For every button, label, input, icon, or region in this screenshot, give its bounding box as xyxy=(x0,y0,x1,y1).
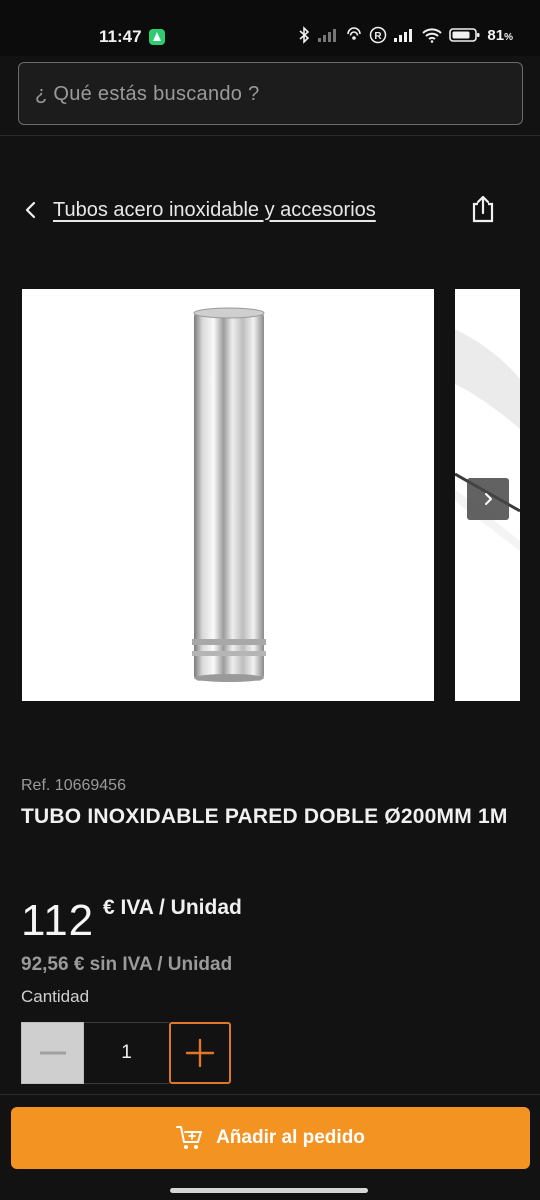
status-icons: R 81% xyxy=(297,26,513,44)
status-bar: 11:47 R 81% xyxy=(0,0,540,56)
product-title: TUBO INOXIDABLE PARED DOBLE Ø200MM 1M xyxy=(21,805,508,828)
search-bar: ¿ Qué estás buscando ? xyxy=(0,56,540,136)
bottom-bar: Añadir al pedido xyxy=(0,1094,540,1200)
app-store-icon xyxy=(149,29,165,45)
battery-icon xyxy=(449,28,480,42)
search-input[interactable]: ¿ Qué estás buscando ? xyxy=(18,62,523,125)
quantity-input[interactable]: 1 xyxy=(84,1022,169,1084)
price-unit: € IVA / Unidad xyxy=(103,896,242,919)
steel-tube-image xyxy=(192,307,266,682)
share-icon[interactable] xyxy=(470,195,496,223)
increase-button[interactable] xyxy=(169,1022,231,1084)
product-ref: Ref. 10669456 xyxy=(21,777,126,794)
bluetooth-icon xyxy=(299,26,310,44)
add-to-order-label: Añadir al pedido xyxy=(216,1127,365,1148)
svg-text:R: R xyxy=(375,31,383,42)
price-net: 92,56 € sin IVA / Unidad xyxy=(21,954,233,975)
registered-icon: R xyxy=(370,26,387,44)
plus-icon xyxy=(185,1038,215,1068)
back-icon[interactable] xyxy=(20,199,42,221)
search-placeholder: ¿ Qué estás buscando ? xyxy=(35,83,260,105)
breadcrumb[interactable]: Tubos acero inoxidable y accesorios xyxy=(20,190,376,230)
signal-icon xyxy=(318,29,337,42)
add-to-order-button[interactable]: Añadir al pedido xyxy=(11,1107,530,1169)
signal-icon xyxy=(394,29,413,42)
battery-level: 81% xyxy=(487,26,513,44)
cart-icon xyxy=(176,1126,203,1149)
quantity-stepper: 1 xyxy=(21,1022,231,1084)
quantity-label: Cantidad xyxy=(21,987,90,1006)
home-indicator[interactable] xyxy=(170,1188,368,1193)
chevron-right-icon xyxy=(485,493,492,505)
price-main: 112 xyxy=(21,896,95,945)
gallery-next-button[interactable] xyxy=(467,478,509,520)
minus-icon xyxy=(39,1051,66,1055)
breadcrumb-link[interactable]: Tubos acero inoxidable y accesorios xyxy=(53,199,376,222)
decrease-button[interactable] xyxy=(21,1022,84,1084)
hotspot-icon xyxy=(347,27,362,40)
status-time: 11:47 xyxy=(99,27,142,46)
wifi-icon xyxy=(422,28,443,43)
product-image[interactable] xyxy=(22,289,434,701)
